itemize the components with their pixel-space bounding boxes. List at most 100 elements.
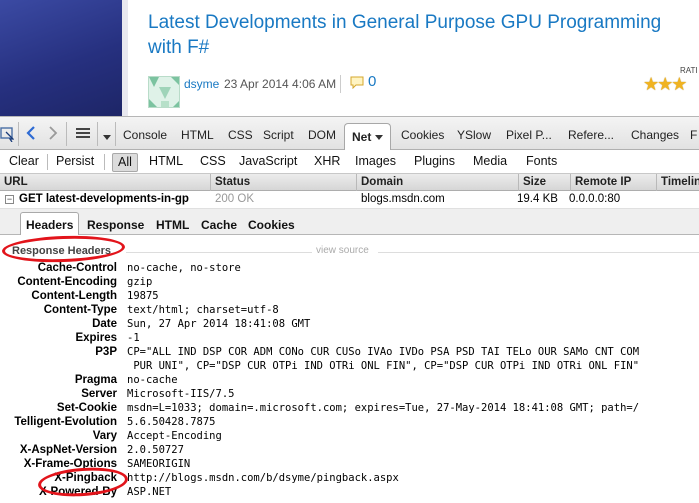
firebug-panel: Console HTML CSS Script DOM Net Cookies … (0, 116, 699, 503)
rating-stars[interactable]: ★★★ (643, 74, 687, 95)
filter-divider (104, 154, 105, 170)
dropdown-caret-icon[interactable] (103, 130, 111, 148)
header-row: Vary Accept-Encoding (0, 429, 699, 443)
request-status: 200 OK (215, 193, 254, 205)
header-row: Content-Length 19875 (0, 289, 699, 303)
header-row: P3P CP="ALL IND DSP COR ADM CONo CUR CUSo… (0, 345, 699, 373)
header-value: 5.6.50428.7875 (127, 416, 216, 428)
column-url[interactable]: URL (0, 174, 211, 191)
header-row: Date Sun, 27 Apr 2014 18:41:08 GMT (0, 317, 699, 331)
tab-html[interactable]: HTML (181, 126, 214, 144)
comment-icon[interactable] (350, 76, 364, 92)
toolbar-divider (97, 122, 98, 146)
header-value: -1 (127, 332, 140, 344)
response-header-list: Cache-Control no-cache, no-store Content-… (0, 261, 699, 499)
column-remote-ip[interactable]: Remote IP (571, 174, 657, 191)
header-row: Cache-Control no-cache, no-store (0, 261, 699, 275)
toolbar-divider (115, 122, 116, 146)
header-name: Vary (92, 430, 117, 442)
tab-net[interactable]: Net (344, 123, 392, 150)
filter-css[interactable]: CSS (200, 153, 226, 172)
filter-html[interactable]: HTML (149, 153, 183, 172)
tab-pixel-perfect[interactable]: Pixel P... (506, 126, 552, 144)
header-value: http://blogs.msdn.com/b/dsyme/pingback.a… (127, 472, 399, 484)
back-arrow-icon[interactable] (26, 126, 36, 144)
tab-script[interactable]: Script (263, 126, 294, 144)
column-domain[interactable]: Domain (357, 174, 519, 191)
filter-xhr[interactable]: XHR (314, 153, 340, 172)
tab-changes[interactable]: Changes (631, 126, 679, 144)
column-timeline[interactable]: Timeline (657, 174, 699, 191)
header-name: Cache-Control (37, 262, 117, 274)
tab-response[interactable]: Response (87, 216, 144, 234)
filter-javascript[interactable]: JavaScript (239, 153, 297, 172)
firebug-toolbar: Console HTML CSS Script DOM Net Cookies … (0, 117, 699, 150)
header-name: Content-Type (43, 304, 117, 316)
header-name: Expires (75, 332, 117, 344)
header-name: X-AspNet-Version (19, 444, 117, 456)
section-divider (378, 252, 699, 253)
post-author-link[interactable]: dsyme (184, 77, 219, 91)
header-name: Set-Cookie (56, 402, 117, 414)
avatar[interactable] (148, 76, 180, 108)
header-value: text/html; charset=utf-8 (127, 304, 279, 316)
tab-css[interactable]: CSS (228, 126, 253, 144)
header-value: Accept-Encoding (127, 430, 222, 442)
filter-all[interactable]: All (112, 153, 138, 172)
detail-tab-bar: Headers Response HTML Cache Cookies (0, 209, 699, 235)
request-size: 19.4 KB (517, 193, 558, 205)
header-row: Server Microsoft-IIS/7.5 (0, 387, 699, 401)
net-filter-bar: Clear Persist All HTML CSS JavaScript XH… (0, 150, 699, 174)
header-value: 19875 (127, 290, 159, 302)
blog-post-header: Latest Developments in General Purpose G… (0, 0, 699, 116)
net-dropdown-caret-icon[interactable] (375, 135, 384, 140)
tab-cache[interactable]: Cache (201, 216, 237, 234)
tab-headers[interactable]: Headers (20, 212, 80, 235)
header-value: no-cache, no-store (127, 262, 241, 274)
post-title[interactable]: Latest Developments in General Purpose G… (148, 10, 698, 60)
filter-media[interactable]: Media (473, 153, 507, 172)
header-value: msdn=L=1033; domain=.microsoft.com; expi… (127, 402, 640, 414)
tab-detail-html[interactable]: HTML (156, 216, 189, 234)
tab-dom[interactable]: DOM (308, 126, 336, 144)
header-row: Pragma no-cache (0, 373, 699, 387)
tab-reference[interactable]: Refere... (568, 126, 614, 144)
header-value: Sun, 27 Apr 2014 18:41:08 GMT (127, 318, 311, 330)
tab-yslow[interactable]: YSlow (457, 126, 491, 144)
tab-net-label: Net (352, 130, 372, 144)
collapse-toggle-icon[interactable]: − (5, 195, 14, 204)
persist-button[interactable]: Persist (56, 153, 94, 172)
request-row[interactable]: − GET latest-developments-in-gp 200 OK b… (0, 191, 699, 209)
header-value: no-cache (127, 374, 178, 386)
filter-images[interactable]: Images (355, 153, 396, 172)
request-url[interactable]: GET latest-developments-in-gp (19, 191, 189, 209)
net-column-header: URL Status Domain Size Remote IP Timelin… (0, 174, 699, 191)
tab-cookies[interactable]: Cookies (401, 126, 444, 144)
header-row: X-AspNet-Version 2.0.50727 (0, 443, 699, 457)
response-headers-label[interactable]: Response Headers (12, 245, 111, 257)
post-date: 23 Apr 2014 4:06 AM (224, 77, 337, 91)
tab-detail-cookies[interactable]: Cookies (248, 216, 295, 234)
header-name: Content-Length (31, 290, 117, 302)
filter-fonts[interactable]: Fonts (526, 153, 557, 172)
toolbar-divider (66, 122, 67, 146)
menu-icon[interactable] (76, 127, 90, 145)
tab-console[interactable]: Console (123, 126, 167, 144)
section-divider (126, 252, 312, 253)
header-name: X-Pingback (54, 472, 117, 484)
tab-overflow[interactable]: F (690, 126, 697, 144)
inspect-icon[interactable] (0, 126, 15, 144)
header-name: X-Powered-By (39, 486, 117, 498)
view-source-link[interactable]: view source (316, 245, 369, 256)
clear-button[interactable]: Clear (9, 153, 39, 172)
filter-plugins[interactable]: Plugins (414, 153, 455, 172)
header-value: 2.0.50727 (127, 444, 184, 456)
header-name: Pragma (74, 374, 117, 386)
comment-count[interactable]: 0 (368, 73, 376, 90)
header-row: X-Pingback http://blogs.msdn.com/b/dsyme/… (0, 471, 699, 485)
column-size[interactable]: Size (519, 174, 571, 191)
column-status[interactable]: Status (211, 174, 357, 191)
header-name: Server (81, 388, 117, 400)
header-value: SAMEORIGIN (127, 458, 191, 470)
forward-arrow-icon[interactable] (48, 126, 58, 144)
